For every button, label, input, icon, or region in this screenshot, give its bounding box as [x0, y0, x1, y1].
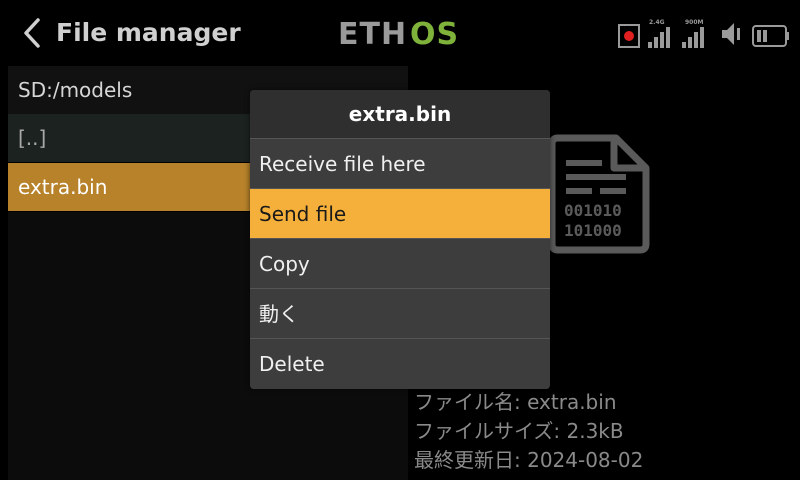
speaker-icon — [722, 23, 740, 45]
modified-date-detail: 最終更新日: 2024-08-02 — [414, 448, 644, 472]
menu-title: extra.bin — [250, 90, 550, 139]
menu-item-send-file[interactable]: Send file — [250, 189, 550, 239]
context-menu: extra.bin Receive file here Send file Co… — [250, 90, 550, 389]
chevron-left-icon — [24, 18, 40, 48]
battery-icon — [752, 25, 789, 47]
svg-text:2.4G: 2.4G — [649, 19, 665, 26]
svg-text:OS: OS — [410, 17, 459, 52]
signal-900m-icon: 900M — [682, 19, 704, 48]
svg-text:900M: 900M — [685, 19, 704, 26]
status-area: 2.4G 900M — [618, 16, 790, 48]
file-name-detail: ファイル名: extra.bin — [414, 390, 617, 414]
top-bar: File manager ETH OS 2.4G 900M — [0, 0, 800, 66]
svg-text:101000: 101000 — [564, 221, 622, 240]
menu-item-copy[interactable]: Copy — [250, 239, 550, 289]
menu-item-move[interactable]: 動く — [250, 289, 550, 339]
svg-text:001010: 001010 — [564, 201, 622, 220]
signal-2g4-icon: 2.4G — [648, 19, 670, 48]
svg-text:ETH: ETH — [338, 17, 407, 52]
file-size-detail: ファイルサイズ: 2.3kB — [414, 419, 624, 443]
menu-item-delete[interactable]: Delete — [250, 339, 550, 389]
ethos-logo: ETH OS — [338, 17, 459, 52]
page-title: File manager — [56, 18, 241, 47]
record-icon — [618, 24, 640, 48]
screen: File manager ETH OS 2.4G 900M SD:/models… — [0, 0, 800, 480]
menu-item-receive-file[interactable]: Receive file here — [250, 139, 550, 189]
file-details: ファイル名: extra.bin ファイルサイズ: 2.3kB 最終更新日: 2… — [414, 388, 794, 475]
back-button[interactable] — [14, 14, 50, 52]
binary-file-icon: 001010 101000 — [548, 134, 650, 254]
